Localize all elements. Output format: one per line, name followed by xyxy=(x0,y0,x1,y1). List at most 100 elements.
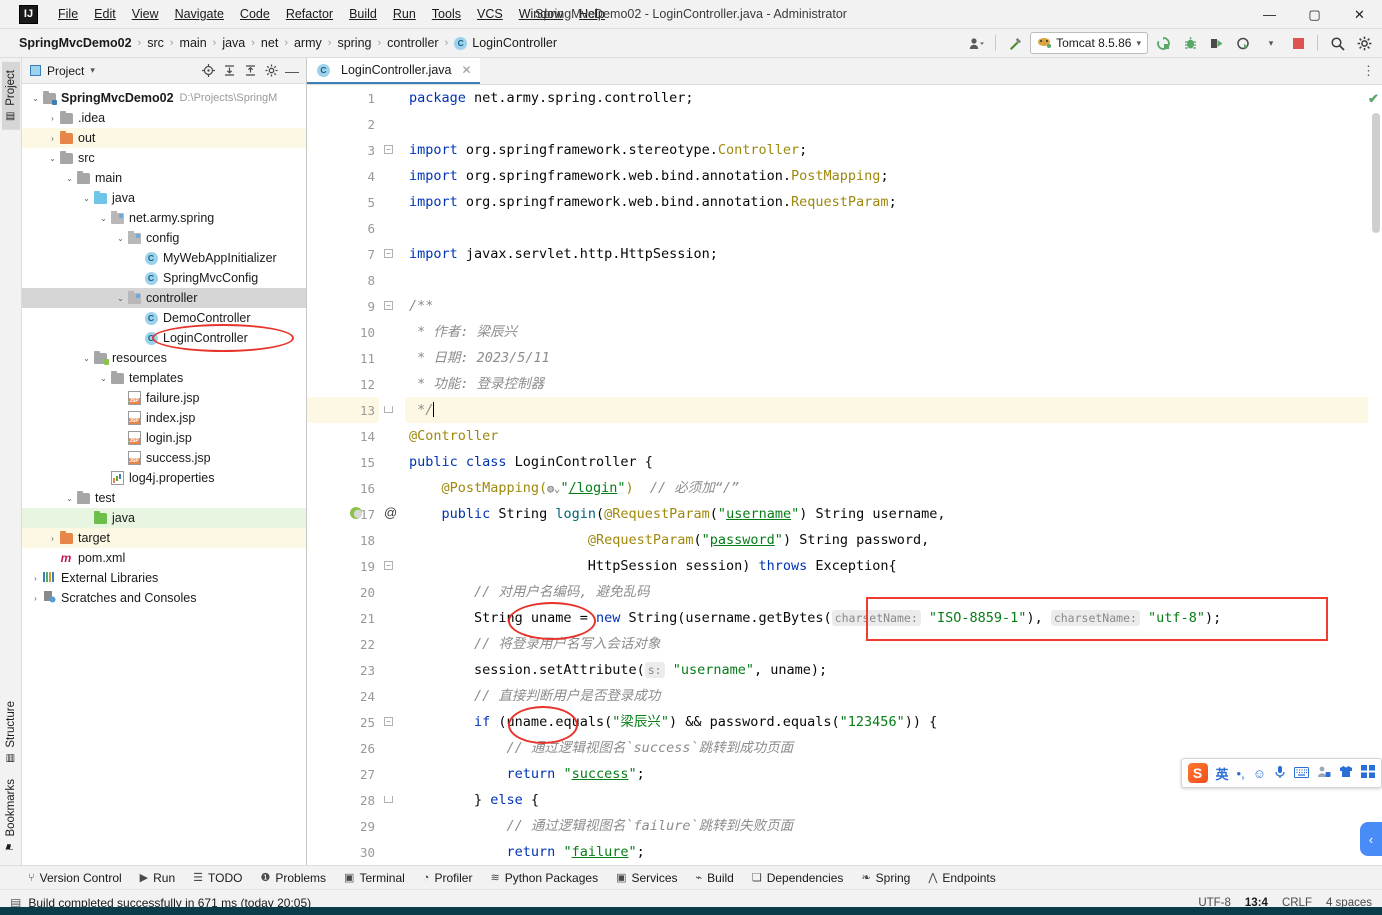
tree-expand-arrow-icon[interactable]: › xyxy=(30,574,41,583)
tree-node-test[interactable]: ⌄ test xyxy=(22,488,306,508)
profile-icon[interactable] xyxy=(964,32,988,54)
code-line[interactable]: // 通过逻辑视图名`failure`跳转到失败页面 xyxy=(409,813,1368,839)
line-number[interactable]: 4 xyxy=(307,163,379,189)
code-line[interactable]: HttpSession session) throws Exception{ xyxy=(409,553,1368,579)
tree-node-scratches-and-consoles[interactable]: › Scratches and Consoles xyxy=(22,588,306,608)
code-line[interactable]: import org.springframework.web.bind.anno… xyxy=(409,189,1368,215)
tree-expand-arrow-icon[interactable]: ⌄ xyxy=(64,494,75,503)
locate-icon[interactable] xyxy=(198,61,218,81)
breadcrumb-java[interactable]: java xyxy=(222,36,245,50)
line-number[interactable]: 20 xyxy=(307,579,379,605)
tool-window-problems[interactable]: ❶ Problems xyxy=(260,871,326,885)
tree-node-springmvcconfig[interactable]: C SpringMvcConfig xyxy=(22,268,306,288)
code-line[interactable]: return "failure"; xyxy=(409,839,1368,865)
code-line[interactable]: import org.springframework.web.bind.anno… xyxy=(409,163,1368,189)
tool-window-build[interactable]: ⌁ Build xyxy=(696,871,734,885)
tree-expand-arrow-icon[interactable]: ⌄ xyxy=(81,194,92,203)
code-line[interactable]: } else { xyxy=(409,787,1368,813)
tree-node-login-jsp[interactable]: login.jsp xyxy=(22,428,306,448)
line-number[interactable]: 10 xyxy=(307,319,379,345)
tree-node-success-jsp[interactable]: success.jsp xyxy=(22,448,306,468)
profiler-run-icon[interactable] xyxy=(1232,32,1256,54)
emoji-icon[interactable]: ☺ xyxy=(1253,766,1266,781)
line-number[interactable]: 15 xyxy=(307,449,379,475)
skin-icon[interactable] xyxy=(1339,765,1353,781)
line-number[interactable]: 19 xyxy=(307,553,379,579)
tree-node-main[interactable]: ⌄ main xyxy=(22,168,306,188)
code-line[interactable]: import org.springframework.stereotype.Co… xyxy=(409,137,1368,163)
tree-node-springmvcdemo02[interactable]: ⌄ SpringMvcDemo02 D:\Projects\SpringM xyxy=(22,88,306,108)
code-line[interactable]: * 日期: 2023/5/11 xyxy=(409,345,1368,371)
tree-node-index-jsp[interactable]: index.jsp xyxy=(22,408,306,428)
code-line[interactable] xyxy=(409,267,1368,293)
sidebar-item-project[interactable]: ▥ Project xyxy=(1,62,20,130)
breadcrumb-net[interactable]: net xyxy=(261,36,278,50)
menu-tools[interactable]: Tools xyxy=(424,3,469,25)
tree-node-failure-jsp[interactable]: failure.jsp xyxy=(22,388,306,408)
expand-all-icon[interactable] xyxy=(219,61,239,81)
code-line[interactable] xyxy=(409,215,1368,241)
code-line[interactable]: public String login(@RequestParam("usern… xyxy=(409,501,1368,527)
tree-node-democontroller[interactable]: C DemoController xyxy=(22,308,306,328)
tree-expand-arrow-icon[interactable]: ⌄ xyxy=(115,294,126,303)
line-number[interactable]: 12 xyxy=(307,371,379,397)
line-number[interactable]: 7 xyxy=(307,241,379,267)
code-line[interactable]: if (uname.equals("梁辰兴") && password.equa… xyxy=(409,709,1368,735)
tree-node-java[interactable]: ⌄ java xyxy=(22,188,306,208)
code-line[interactable] xyxy=(409,111,1368,137)
tree-node-controller[interactable]: ⌄ controller xyxy=(22,288,306,308)
code-line[interactable]: /** xyxy=(409,293,1368,319)
source-code[interactable]: package net.army.spring.controller; impo… xyxy=(405,85,1368,865)
minimize-button[interactable]: — xyxy=(1247,0,1292,29)
keyboard-icon[interactable] xyxy=(1294,766,1309,781)
tree-expand-arrow-icon[interactable]: ⌄ xyxy=(98,214,109,223)
line-number[interactable]: 30 xyxy=(307,839,379,865)
close-icon[interactable]: ✕ xyxy=(462,63,472,77)
fold-toggle-icon[interactable] xyxy=(384,717,393,726)
tab-login-controller[interactable]: C LoginController.java ✕ xyxy=(307,58,480,84)
code-folding-gutter[interactable]: @ xyxy=(379,85,405,865)
microphone-icon[interactable] xyxy=(1274,765,1286,782)
breadcrumb-controller[interactable]: controller xyxy=(387,36,438,50)
tree-node-target[interactable]: › target xyxy=(22,528,306,548)
tree-node-config[interactable]: ⌄ config xyxy=(22,228,306,248)
line-number-gutter[interactable]: 1 2 3 4 5 6 7 8 9 10 11 12 13 14 15 16 17 18 19 20 21 22 23 24 2… xyxy=(307,85,379,865)
fold-end-icon[interactable] xyxy=(384,406,393,413)
code-line[interactable]: import javax.servlet.http.HttpSession; xyxy=(409,241,1368,267)
collapse-all-icon[interactable] xyxy=(240,61,260,81)
breadcrumb-spring[interactable]: spring xyxy=(337,36,371,50)
sidebar-item-structure[interactable]: ▤ Structure xyxy=(2,693,20,772)
tree-node-out[interactable]: › out xyxy=(22,128,306,148)
tree-expand-arrow-icon[interactable]: ⌄ xyxy=(115,234,126,243)
ime-mode-label[interactable]: 英 xyxy=(1216,764,1229,783)
maximize-button[interactable]: ▢ xyxy=(1292,0,1337,29)
fold-toggle-icon[interactable] xyxy=(384,301,393,310)
fold-end-icon[interactable] xyxy=(384,796,393,803)
menu-code[interactable]: Code xyxy=(232,3,278,25)
tree-expand-arrow-icon[interactable]: › xyxy=(47,534,58,543)
line-number[interactable]: 26 xyxy=(307,735,379,761)
code-line[interactable]: @PostMapping(◍⌄"/login") // 必须加“/” xyxy=(409,475,1368,501)
line-number[interactable]: 22 xyxy=(307,631,379,657)
gear-icon[interactable] xyxy=(261,61,281,81)
stop-icon[interactable] xyxy=(1286,32,1310,54)
project-tree[interactable]: ⌄ SpringMvcDemo02 D:\Projects\SpringM › .ide… xyxy=(22,84,306,865)
tool-window-spring[interactable]: ❧ Spring xyxy=(861,871,910,885)
ime-toolbar[interactable]: S 英 •, ☺ xyxy=(1180,758,1382,788)
line-number[interactable]: 28 xyxy=(307,787,379,813)
line-number[interactable]: 18 xyxy=(307,527,379,553)
breadcrumb-army[interactable]: army xyxy=(294,36,322,50)
apps-icon[interactable] xyxy=(1361,765,1375,781)
error-stripe[interactable]: ✔ xyxy=(1368,85,1382,865)
code-line[interactable]: * 作者: 梁辰兴 xyxy=(409,319,1368,345)
code-line[interactable]: String uname = new String(username.getBy… xyxy=(409,605,1368,631)
code-line[interactable]: @RequestParam("password") String passwor… xyxy=(409,527,1368,553)
tree-expand-arrow-icon[interactable]: ⌄ xyxy=(98,374,109,383)
line-number[interactable]: 13 xyxy=(307,397,379,423)
close-button[interactable]: ✕ xyxy=(1337,0,1382,29)
tool-window-services[interactable]: ▣ Services xyxy=(616,871,677,885)
fold-toggle-icon[interactable] xyxy=(384,249,393,258)
collapse-panel-button[interactable]: ‹ xyxy=(1360,822,1382,856)
code-line[interactable]: package net.army.spring.controller; xyxy=(409,85,1368,111)
menu-build[interactable]: Build xyxy=(341,3,385,25)
